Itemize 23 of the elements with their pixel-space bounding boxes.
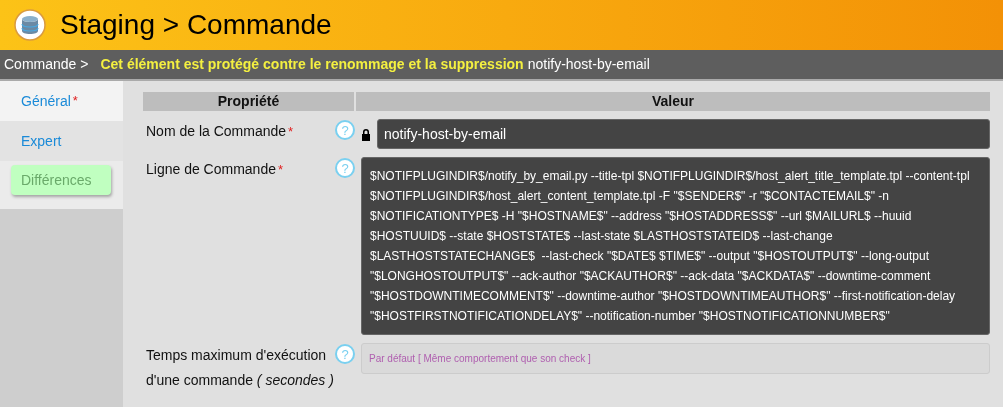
required-mark: * bbox=[72, 92, 78, 108]
column-header: Valeur bbox=[356, 92, 990, 111]
timeout-field[interactable]: Par défaut [ Même comportement que son check ] bbox=[361, 343, 990, 374]
tab[interactable]: Expert bbox=[0, 121, 123, 161]
column-header: Propriété bbox=[143, 92, 354, 111]
help-icon[interactable]: ? bbox=[335, 120, 355, 140]
property-label: Temps maximum d'exécution d'une commande ( secondes ) bbox=[146, 347, 334, 388]
protection-notice: Cet élément est protégé contre le renommage et la suppression bbox=[100, 55, 524, 74]
breadcrumb-link[interactable]: Commande > bbox=[4, 54, 89, 75]
command-line-field[interactable]: $NOTIFPLUGINDIR$/notify_by_email.py --title-tpl $NOTIFPLUGINDIR$/host_alert_title_template.tpl --content-tpl $NOTIFPLUGINDIR$/host_alert_content_template.tpl -F "$SENDER$" -r "$CONTACTEMAIL$" -n $NOTIFICATIONTYPE$ -H "$HOSTNAME$" --address "$HOSTADDRESS$" --url $MAILURL$ --huuid $HOSTUUID$ --state $HOSTSTATE$ --last-state $LASTHOSTSTATEID$ --last-change $LASTHOSTSTATECHANGE$ --last-check "$DATE$ $TIME$" --output "$HOSTOUTPUT$" --long-output "$LONGHOSTOUTPUT$" --ack-author "$ACKAUTHOR$" --ack-data "$ACKDATA$" --downtime-comment "$HOSTDOWNTIMECOMMENT$" --downtime-author "$HOSTDOWNTIMEAUTHOR$" --first-notification-delay "$HOSTFIRSTNOTIFICATIONDELAY$" --notification-number "$HOSTNOTIFICATIONNUMBER$" bbox=[361, 157, 990, 335]
property-label: Nom de la Commande bbox=[146, 123, 287, 139]
required-mark: * bbox=[288, 124, 294, 139]
item-name: notify-host-by-email bbox=[527, 55, 650, 74]
database-icon bbox=[14, 9, 46, 41]
command-name-field[interactable]: notify-host-by-email bbox=[377, 119, 990, 149]
help-icon[interactable]: ? bbox=[335, 158, 355, 178]
required-mark: * bbox=[278, 162, 284, 177]
tab[interactable]: Général* bbox=[0, 81, 123, 121]
page-title: Staging > Commande bbox=[60, 11, 332, 39]
lock-icon bbox=[361, 128, 371, 141]
help-icon[interactable]: ? bbox=[335, 344, 355, 364]
differences-button[interactable]: Différences bbox=[11, 165, 111, 195]
property-label: Ligne de Commande bbox=[146, 161, 276, 177]
